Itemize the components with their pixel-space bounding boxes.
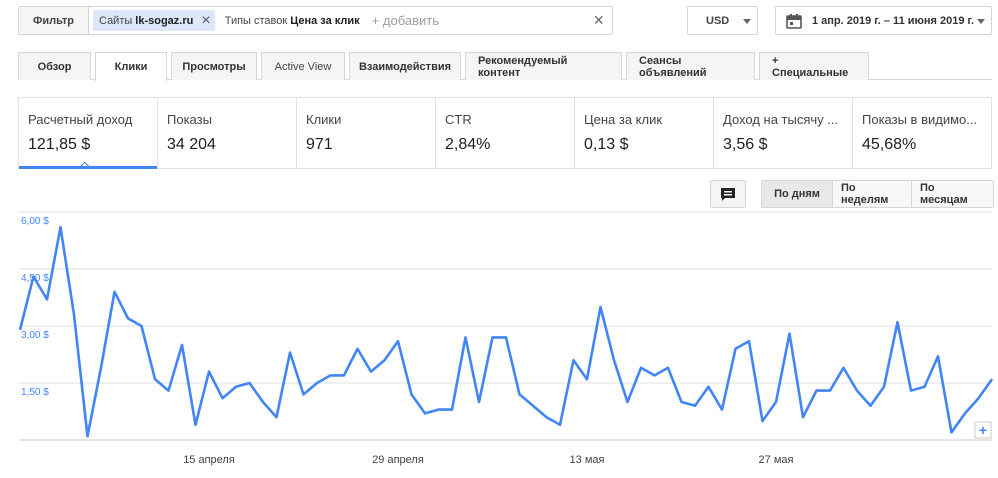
filter-chip-value: lk-sogaz.ru — [135, 14, 194, 27]
scorecard-ctr[interactable]: CTR 2,84% — [436, 98, 575, 168]
tab-clicks[interactable]: Клики — [95, 52, 167, 81]
date-range-picker[interactable]: 1 апр. 2019 г. – 11 июня 2019 г. — [775, 6, 992, 35]
clear-filters-icon[interactable]: × — [593, 10, 604, 31]
filter-chip-bid-types[interactable]: Типы ставок Цена за клик — [219, 10, 364, 31]
tab-custom[interactable]: + Специальные — [759, 52, 869, 80]
y-tick-label: 1,50 $ — [21, 387, 49, 398]
scorecard-rpm[interactable]: Доход на тысячу ... 3,56 $ — [714, 98, 853, 168]
tab-active-view[interactable]: Active View — [261, 52, 345, 80]
tab-recommended-content[interactable]: Рекомендуемый контент — [465, 52, 622, 80]
report-tabs: Обзор Клики Просмотры Active View Взаимо… — [18, 52, 873, 81]
period-monthly-button[interactable]: По месяцам — [912, 181, 993, 207]
currency-value: USD — [706, 14, 730, 27]
filter-chip-name: Сайты — [99, 14, 133, 27]
period-toggle: По дням По неделям По месяцам — [761, 180, 994, 208]
scorecard-title: Доход на тысячу ... — [723, 112, 839, 127]
scorecard-title: Показы в видимо... — [862, 112, 978, 127]
scorecard-title: CTR — [445, 112, 472, 127]
scorecard-viewable[interactable]: Показы в видимо... 45,68% — [853, 98, 991, 168]
currency-select[interactable]: USD — [687, 6, 758, 35]
scorecard-clicks[interactable]: Клики 971 — [297, 98, 436, 168]
scorecards: Расчетный доход 121,85 $ Показы 34 204 К… — [18, 97, 992, 173]
scorecard-impressions[interactable]: Показы 34 204 — [158, 98, 297, 168]
calendar-icon — [786, 13, 802, 29]
y-tick-label: 6,00 $ — [21, 216, 49, 227]
zoom-button[interactable]: + — [974, 421, 992, 439]
chevron-down-icon — [743, 19, 751, 24]
tab-overview[interactable]: Обзор — [18, 52, 91, 80]
plus-icon: + — [979, 422, 987, 438]
filter-chip-value: Цена за клик — [290, 14, 360, 27]
x-tick-label: 13 мая — [570, 454, 605, 466]
filter-button[interactable]: Фильтр — [19, 7, 89, 34]
tab-views[interactable]: Просмотры — [171, 52, 257, 80]
filter-chip-sites[interactable]: Сайты lk-sogaz.ru × — [93, 10, 215, 31]
period-weekly-button[interactable]: По неделям — [833, 181, 912, 207]
scorecard-title: Показы — [167, 112, 212, 127]
x-tick-label: 27 мая — [759, 454, 794, 466]
scorecard-title: Расчетный доход — [28, 112, 133, 127]
scorecard-title: Клики — [306, 112, 342, 127]
scorecard-value: 2,84% — [445, 136, 491, 153]
series-line — [18, 225, 994, 438]
scorecard-value: 34 204 — [167, 136, 216, 153]
scorecard-cpc[interactable]: Цена за клик 0,13 $ — [575, 98, 714, 168]
x-tick-label: 15 апреля — [183, 454, 235, 466]
scorecard-title: Цена за клик — [584, 112, 663, 127]
scorecard-value: 45,68% — [862, 136, 917, 153]
date-range-value: 1 апр. 2019 г. – 11 июня 2019 г. — [812, 14, 975, 27]
revenue-line-chart: 1,50 $3,00 $4,50 $6,00 $ 15 апреля 29 апр… — [18, 211, 994, 466]
comment-icon — [721, 187, 735, 201]
filter-chip-name: Типы ставок — [224, 14, 288, 27]
scorecard-value: 971 — [306, 136, 333, 153]
scorecard-value: 3,56 $ — [723, 136, 768, 153]
tab-ad-sessions[interactable]: Сеансы объявлений — [626, 52, 755, 80]
period-daily-button[interactable]: По дням — [762, 181, 833, 207]
x-tick-label: 29 апреля — [372, 454, 424, 466]
scorecard-value: 121,85 $ — [28, 136, 91, 153]
annotations-button[interactable] — [710, 180, 746, 208]
add-filter-input[interactable]: + добавить — [372, 13, 439, 28]
chevron-down-icon — [977, 19, 985, 24]
y-tick-label: 3,00 $ — [21, 330, 49, 341]
remove-chip-icon[interactable]: × — [201, 12, 210, 29]
scorecard-estimated-revenue[interactable]: Расчетный доход 121,85 $ — [19, 98, 158, 173]
tab-interactions[interactable]: Взаимодействия — [349, 52, 461, 80]
filter-bar: Фильтр Сайты lk-sogaz.ru × Типы ставок Ц… — [18, 6, 613, 35]
scorecard-value: 0,13 $ — [584, 136, 629, 153]
selected-indicator — [79, 161, 91, 173]
